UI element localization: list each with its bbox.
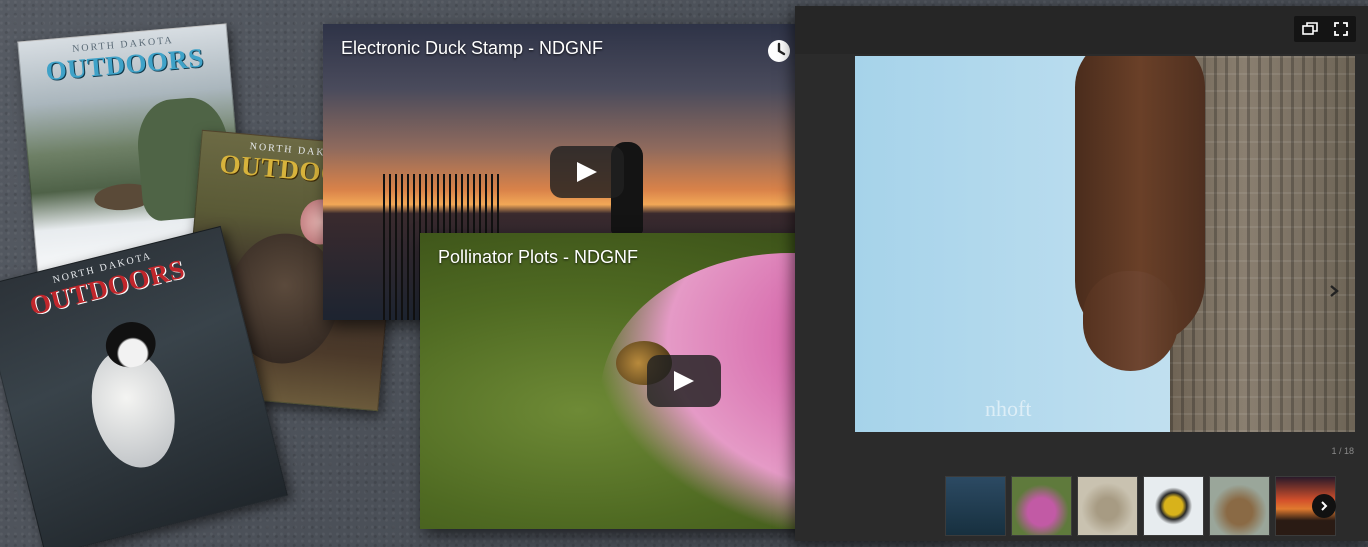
- fullscreen-icon[interactable]: [1334, 22, 1348, 36]
- play-button[interactable]: [550, 146, 624, 198]
- video-title[interactable]: Electronic Duck Stamp - NDGNF: [341, 38, 603, 59]
- gallery-main-photo[interactable]: nhoft: [855, 56, 1355, 432]
- play-button[interactable]: [647, 355, 721, 407]
- play-icon: [674, 371, 694, 391]
- chevron-right-icon: [1321, 501, 1328, 511]
- thumbnail-elk[interactable]: [1209, 476, 1270, 536]
- mink-head: [1083, 271, 1178, 371]
- clock-icon[interactable]: [767, 39, 791, 63]
- video-title[interactable]: Pollinator Plots - NDGNF: [438, 247, 638, 268]
- play-icon: [577, 162, 597, 182]
- next-thumbnails-button[interactable]: [1312, 494, 1336, 518]
- thumbnail-water[interactable]: [945, 476, 1006, 536]
- photo-gallery: nhoft 1 / 18: [795, 6, 1368, 541]
- thumbnail-grouse[interactable]: [1077, 476, 1138, 536]
- thumbnail-strip: [945, 476, 1336, 536]
- next-photo-icon[interactable]: [1327, 284, 1341, 298]
- gallery-toolbar: [795, 6, 1368, 54]
- window-mode-icon[interactable]: [1302, 22, 1318, 36]
- photographer-watermark: nhoft: [985, 396, 1032, 421]
- gallery-counter: 1 / 18: [1331, 446, 1354, 456]
- thumbnail-thistle[interactable]: [1011, 476, 1072, 536]
- thumbnail-grosbeak[interactable]: [1143, 476, 1204, 536]
